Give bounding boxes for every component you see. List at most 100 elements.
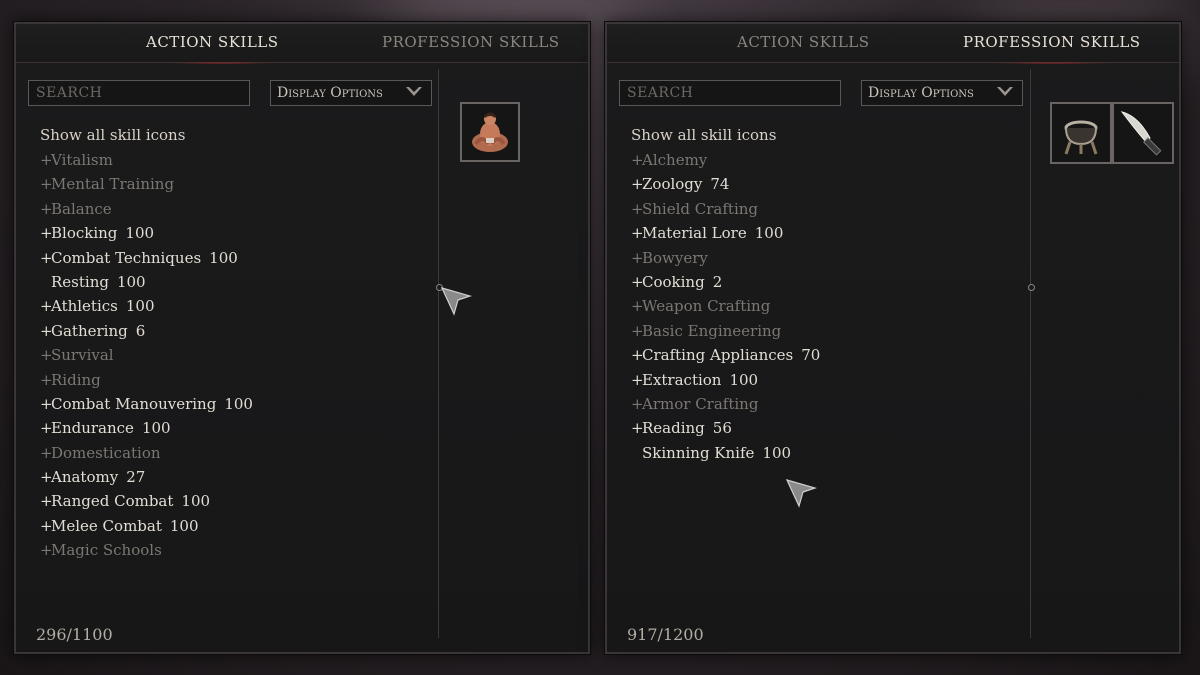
- skill-item[interactable]: +Vitalism: [40, 148, 253, 172]
- skill-item[interactable]: Skinning Knife 100: [631, 441, 820, 465]
- skill-name: Shield Crafting: [642, 199, 759, 218]
- profession-skills-panel: Action Skills Profession Skills SEARCH D…: [605, 22, 1181, 654]
- skill-item[interactable]: +Mental Training: [40, 172, 253, 196]
- expand-plus-icon[interactable]: +: [40, 392, 53, 416]
- expand-plus-icon[interactable]: +: [40, 294, 53, 318]
- skill-item[interactable]: +Anatomy 27: [40, 465, 253, 489]
- search-input[interactable]: SEARCH: [619, 80, 841, 106]
- chevron-down-icon: [404, 85, 424, 103]
- tab-profession-skills[interactable]: Profession Skills: [963, 33, 1141, 51]
- display-options-dropdown[interactable]: Display Options: [861, 80, 1023, 106]
- skill-name: Bowyery: [642, 248, 708, 267]
- expand-plus-icon[interactable]: +: [40, 319, 53, 343]
- expand-plus-icon[interactable]: +: [40, 343, 53, 367]
- skill-name: Material Lore: [642, 224, 747, 243]
- tab-profession-skills[interactable]: Profession Skills: [382, 33, 560, 51]
- skill-level: 70: [801, 346, 821, 365]
- skill-item[interactable]: +Survival: [40, 343, 253, 367]
- skill-name: Cooking: [642, 272, 705, 291]
- skill-item[interactable]: +Zoology 74: [631, 172, 820, 196]
- skill-item[interactable]: +Melee Combat 100: [40, 514, 253, 538]
- skill-item[interactable]: +Armor Crafting: [631, 392, 820, 416]
- skill-level: 100: [224, 394, 253, 413]
- expand-plus-icon[interactable]: +: [40, 514, 53, 538]
- skill-list: Show all skill icons +Vitalism +Mental Tr…: [40, 126, 253, 563]
- action-skills-panel: Action Skills Profession Skills SEARCH D…: [14, 22, 590, 654]
- display-options-dropdown[interactable]: Display Options: [270, 80, 432, 106]
- skill-item[interactable]: +Weapon Crafting: [631, 294, 820, 318]
- skill-name: Vitalism: [51, 151, 113, 169]
- expand-plus-icon[interactable]: +: [40, 416, 53, 440]
- skill-item[interactable]: +Riding: [40, 368, 253, 392]
- skill-item[interactable]: +Magic Schools: [40, 538, 253, 562]
- expand-plus-icon[interactable]: +: [631, 416, 644, 440]
- skill-list: Show all skill icons +Alchemy +Zoology 74 +…: [631, 126, 820, 465]
- active-tab-indicator: [987, 62, 1117, 64]
- skill-level: 100: [181, 492, 211, 511]
- expand-plus-icon[interactable]: +: [40, 148, 53, 172]
- skill-item[interactable]: +Combat Techniques 100: [40, 246, 253, 270]
- expand-plus-icon[interactable]: +: [631, 172, 644, 196]
- expand-plus-icon[interactable]: +: [631, 319, 644, 343]
- skill-name: Zoology: [642, 175, 703, 194]
- expand-plus-icon[interactable]: +: [40, 197, 53, 221]
- skill-name: Combat Techniques: [51, 248, 202, 267]
- skill-item[interactable]: +Alchemy: [631, 148, 820, 172]
- show-all-skill-icons-toggle[interactable]: Show all skill icons: [631, 126, 820, 148]
- show-all-skill-icons-toggle[interactable]: Show all skill icons: [40, 126, 253, 148]
- skill-level: 100: [125, 297, 155, 316]
- skill-level: 56: [712, 419, 732, 438]
- skill-item[interactable]: +Extraction 100: [631, 368, 820, 392]
- expand-plus-icon[interactable]: +: [40, 221, 53, 245]
- cooking-pot-icon[interactable]: [1050, 102, 1112, 164]
- skill-item[interactable]: +Blocking 100: [40, 221, 253, 245]
- skill-item[interactable]: +Crafting Appliances 70: [631, 343, 820, 367]
- skill-item[interactable]: Resting 100: [40, 270, 253, 294]
- skill-item[interactable]: +Balance: [40, 197, 253, 221]
- skill-item[interactable]: +Cooking 2: [631, 270, 820, 294]
- display-options-label: Display Options: [277, 85, 383, 101]
- expand-plus-icon[interactable]: +: [631, 343, 644, 367]
- skill-name: Melee Combat: [51, 516, 162, 535]
- skill-level: 6: [135, 321, 146, 340]
- skill-item[interactable]: +Domestication: [40, 441, 253, 465]
- skill-item[interactable]: +Ranged Combat 100: [40, 489, 253, 513]
- skill-item[interactable]: +Shield Crafting: [631, 197, 820, 221]
- skill-name: Domestication: [51, 443, 161, 462]
- expand-plus-icon[interactable]: +: [40, 368, 53, 392]
- expand-plus-icon[interactable]: +: [40, 246, 53, 270]
- expand-plus-icon[interactable]: +: [631, 294, 644, 318]
- skinning-knife-icon[interactable]: [1112, 102, 1174, 164]
- expand-plus-icon[interactable]: +: [631, 368, 644, 392]
- skill-name: Resting: [51, 272, 109, 291]
- search-input[interactable]: SEARCH: [28, 80, 250, 106]
- skill-item[interactable]: +Reading 56: [631, 416, 820, 440]
- skill-item[interactable]: +Material Lore 100: [631, 221, 820, 245]
- mouse-cursor: [440, 286, 473, 320]
- skill-item[interactable]: +Endurance 100: [40, 416, 253, 440]
- expand-plus-icon[interactable]: +: [40, 489, 53, 513]
- skill-item[interactable]: +Basic Engineering: [631, 319, 820, 343]
- expand-plus-icon[interactable]: +: [40, 465, 53, 489]
- skill-name: Combat Manouvering: [51, 394, 217, 413]
- skill-level: 74: [710, 175, 730, 194]
- scroll-handle[interactable]: [1028, 284, 1035, 291]
- expand-plus-icon[interactable]: +: [631, 270, 644, 294]
- expand-plus-icon[interactable]: +: [40, 441, 53, 465]
- skill-item[interactable]: +Gathering 6: [40, 319, 253, 343]
- tab-action-skills[interactable]: Action Skills: [737, 33, 870, 51]
- expand-plus-icon[interactable]: +: [40, 538, 53, 562]
- expand-plus-icon[interactable]: +: [631, 148, 644, 172]
- skill-item[interactable]: +Combat Manouvering 100: [40, 392, 253, 416]
- skill-name: Crafting Appliances: [642, 346, 794, 365]
- expand-plus-icon[interactable]: +: [40, 172, 53, 196]
- skill-level: 100: [116, 272, 146, 291]
- skill-item[interactable]: +Athletics 100: [40, 294, 253, 318]
- expand-plus-icon[interactable]: +: [631, 197, 644, 221]
- tab-action-skills[interactable]: Action Skills: [146, 33, 279, 51]
- seated-figure-icon[interactable]: [460, 102, 520, 162]
- skill-item[interactable]: +Bowyery: [631, 246, 820, 270]
- expand-plus-icon[interactable]: +: [631, 392, 644, 416]
- expand-plus-icon[interactable]: +: [631, 246, 644, 270]
- expand-plus-icon[interactable]: +: [631, 221, 644, 245]
